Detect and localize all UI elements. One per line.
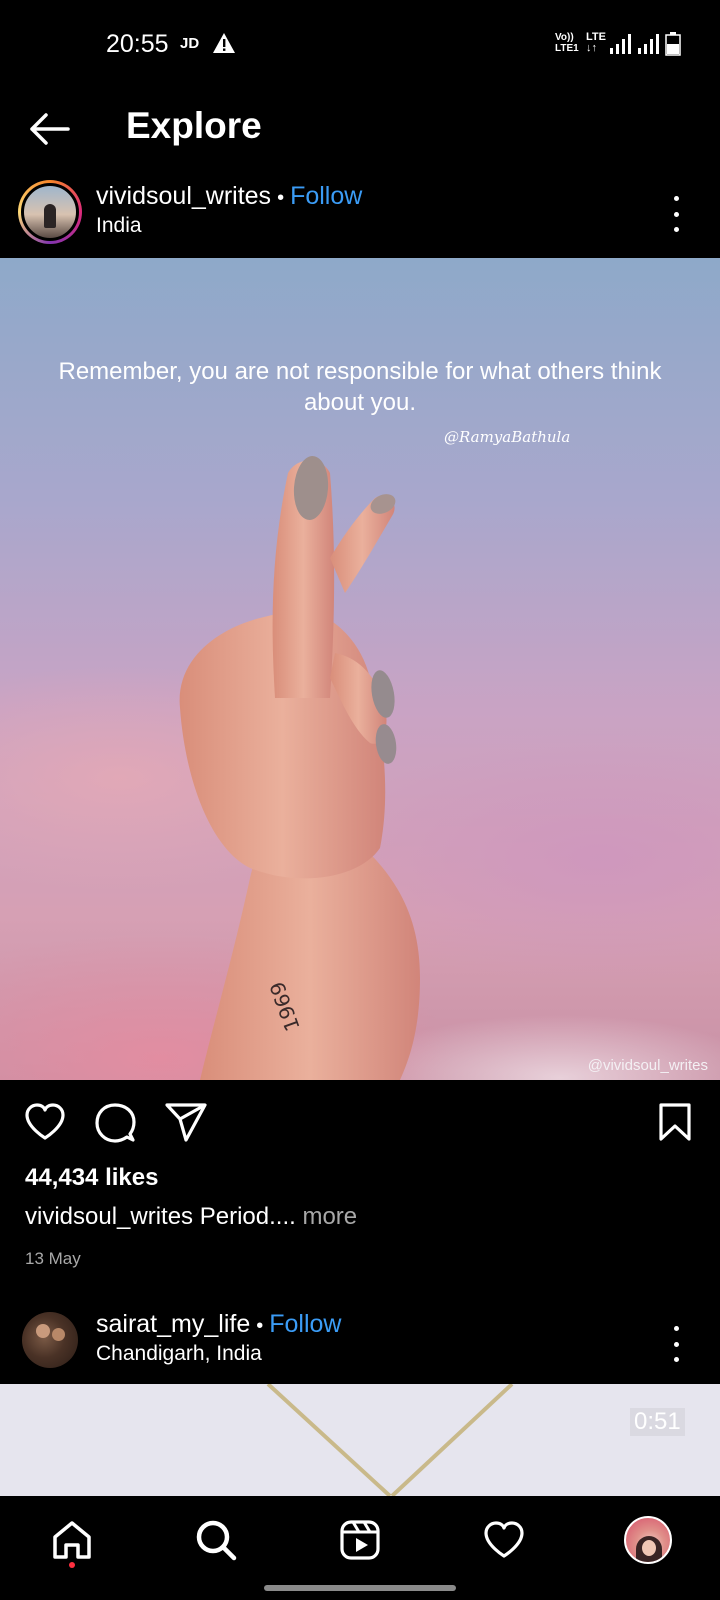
post2-user-line: sairat_my_life • Follow: [96, 1310, 342, 1339]
separator-dot-2: •: [256, 1315, 264, 1337]
quote-signature: @RamyaBathula: [444, 428, 571, 446]
gesture-home-indicator[interactable]: [264, 1585, 456, 1591]
caption-username[interactable]: vividsoul_writes: [25, 1203, 193, 1230]
nav-profile[interactable]: [618, 1510, 678, 1570]
nav-home[interactable]: [42, 1510, 102, 1570]
video-duration: 0:51: [630, 1408, 685, 1436]
follow-button-2[interactable]: Follow: [269, 1310, 341, 1339]
comment-icon[interactable]: [94, 1102, 136, 1144]
likes-count[interactable]: 44,434 likes: [25, 1164, 158, 1192]
status-bar: 20:55 JD Vo)) LTE1 LTE ↓↑: [0, 0, 720, 90]
post-image[interactable]: 1969 Remember, you are not responsible f…: [0, 258, 720, 1080]
post2-location[interactable]: Chandigarh, India: [96, 1342, 262, 1366]
nav-activity[interactable]: [474, 1510, 534, 1570]
more-vertical-icon: [673, 1326, 679, 1331]
profile-avatar: [624, 1516, 672, 1564]
back-button[interactable]: [26, 106, 72, 152]
page-title: Explore: [126, 105, 262, 146]
activity-heart-icon: [484, 1521, 524, 1558]
signal-icon-2: [638, 34, 659, 54]
battery-icon: [665, 32, 681, 56]
post-user-line: vividsoul_writes • Follow: [96, 182, 362, 211]
nav-search[interactable]: [186, 1510, 246, 1570]
post-username[interactable]: vividsoul_writes: [96, 182, 271, 211]
post2-video[interactable]: 0:51: [0, 1384, 720, 1496]
nav-reels[interactable]: [330, 1510, 390, 1570]
more-vertical-icon: [673, 196, 679, 201]
home-notification-dot: [69, 1562, 75, 1568]
more-options-button-2[interactable]: [666, 1324, 686, 1364]
post2-username[interactable]: sairat_my_life: [96, 1310, 250, 1339]
post-header: vividsoul_writes • Follow India: [0, 172, 720, 258]
post-header-2: sairat_my_life • Follow Chandigarh, Indi…: [0, 1300, 720, 1384]
avatar-2[interactable]: [22, 1312, 78, 1368]
heart-icon[interactable]: [24, 1102, 66, 1142]
carrier-tag: JD: [180, 35, 200, 52]
caption-more-link[interactable]: more: [302, 1203, 357, 1230]
share-icon[interactable]: [164, 1102, 208, 1142]
back-arrow-icon: [30, 113, 70, 145]
video-thumbnail-lines: [266, 1384, 514, 1496]
app-header: Explore: [0, 90, 720, 170]
reels-icon: [340, 1520, 380, 1560]
volte-indicator: Vo)) LTE1: [555, 32, 579, 54]
more-options-button[interactable]: [666, 194, 686, 234]
quote-text: Remember, you are not responsible for wh…: [58, 358, 662, 416]
home-icon: [53, 1521, 91, 1559]
separator-dot: •: [277, 187, 285, 209]
post-location[interactable]: India: [96, 214, 142, 238]
search-icon: [196, 1520, 237, 1561]
signal-icon: [610, 34, 631, 54]
post-action-bar: [0, 1080, 720, 1166]
image-watermark: @vividsoul_writes: [587, 1057, 708, 1074]
status-time: 20:55: [106, 30, 169, 58]
follow-button[interactable]: Follow: [290, 182, 362, 211]
bookmark-icon[interactable]: [658, 1102, 692, 1142]
post-caption[interactable]: vividsoul_writes Period.... more: [25, 1203, 357, 1231]
post-date: 13 May: [25, 1249, 81, 1268]
lte-indicator: LTE ↓↑: [586, 31, 606, 54]
warning-icon: [213, 33, 235, 53]
avatar[interactable]: [18, 180, 82, 244]
caption-text: Period....: [199, 1203, 296, 1230]
